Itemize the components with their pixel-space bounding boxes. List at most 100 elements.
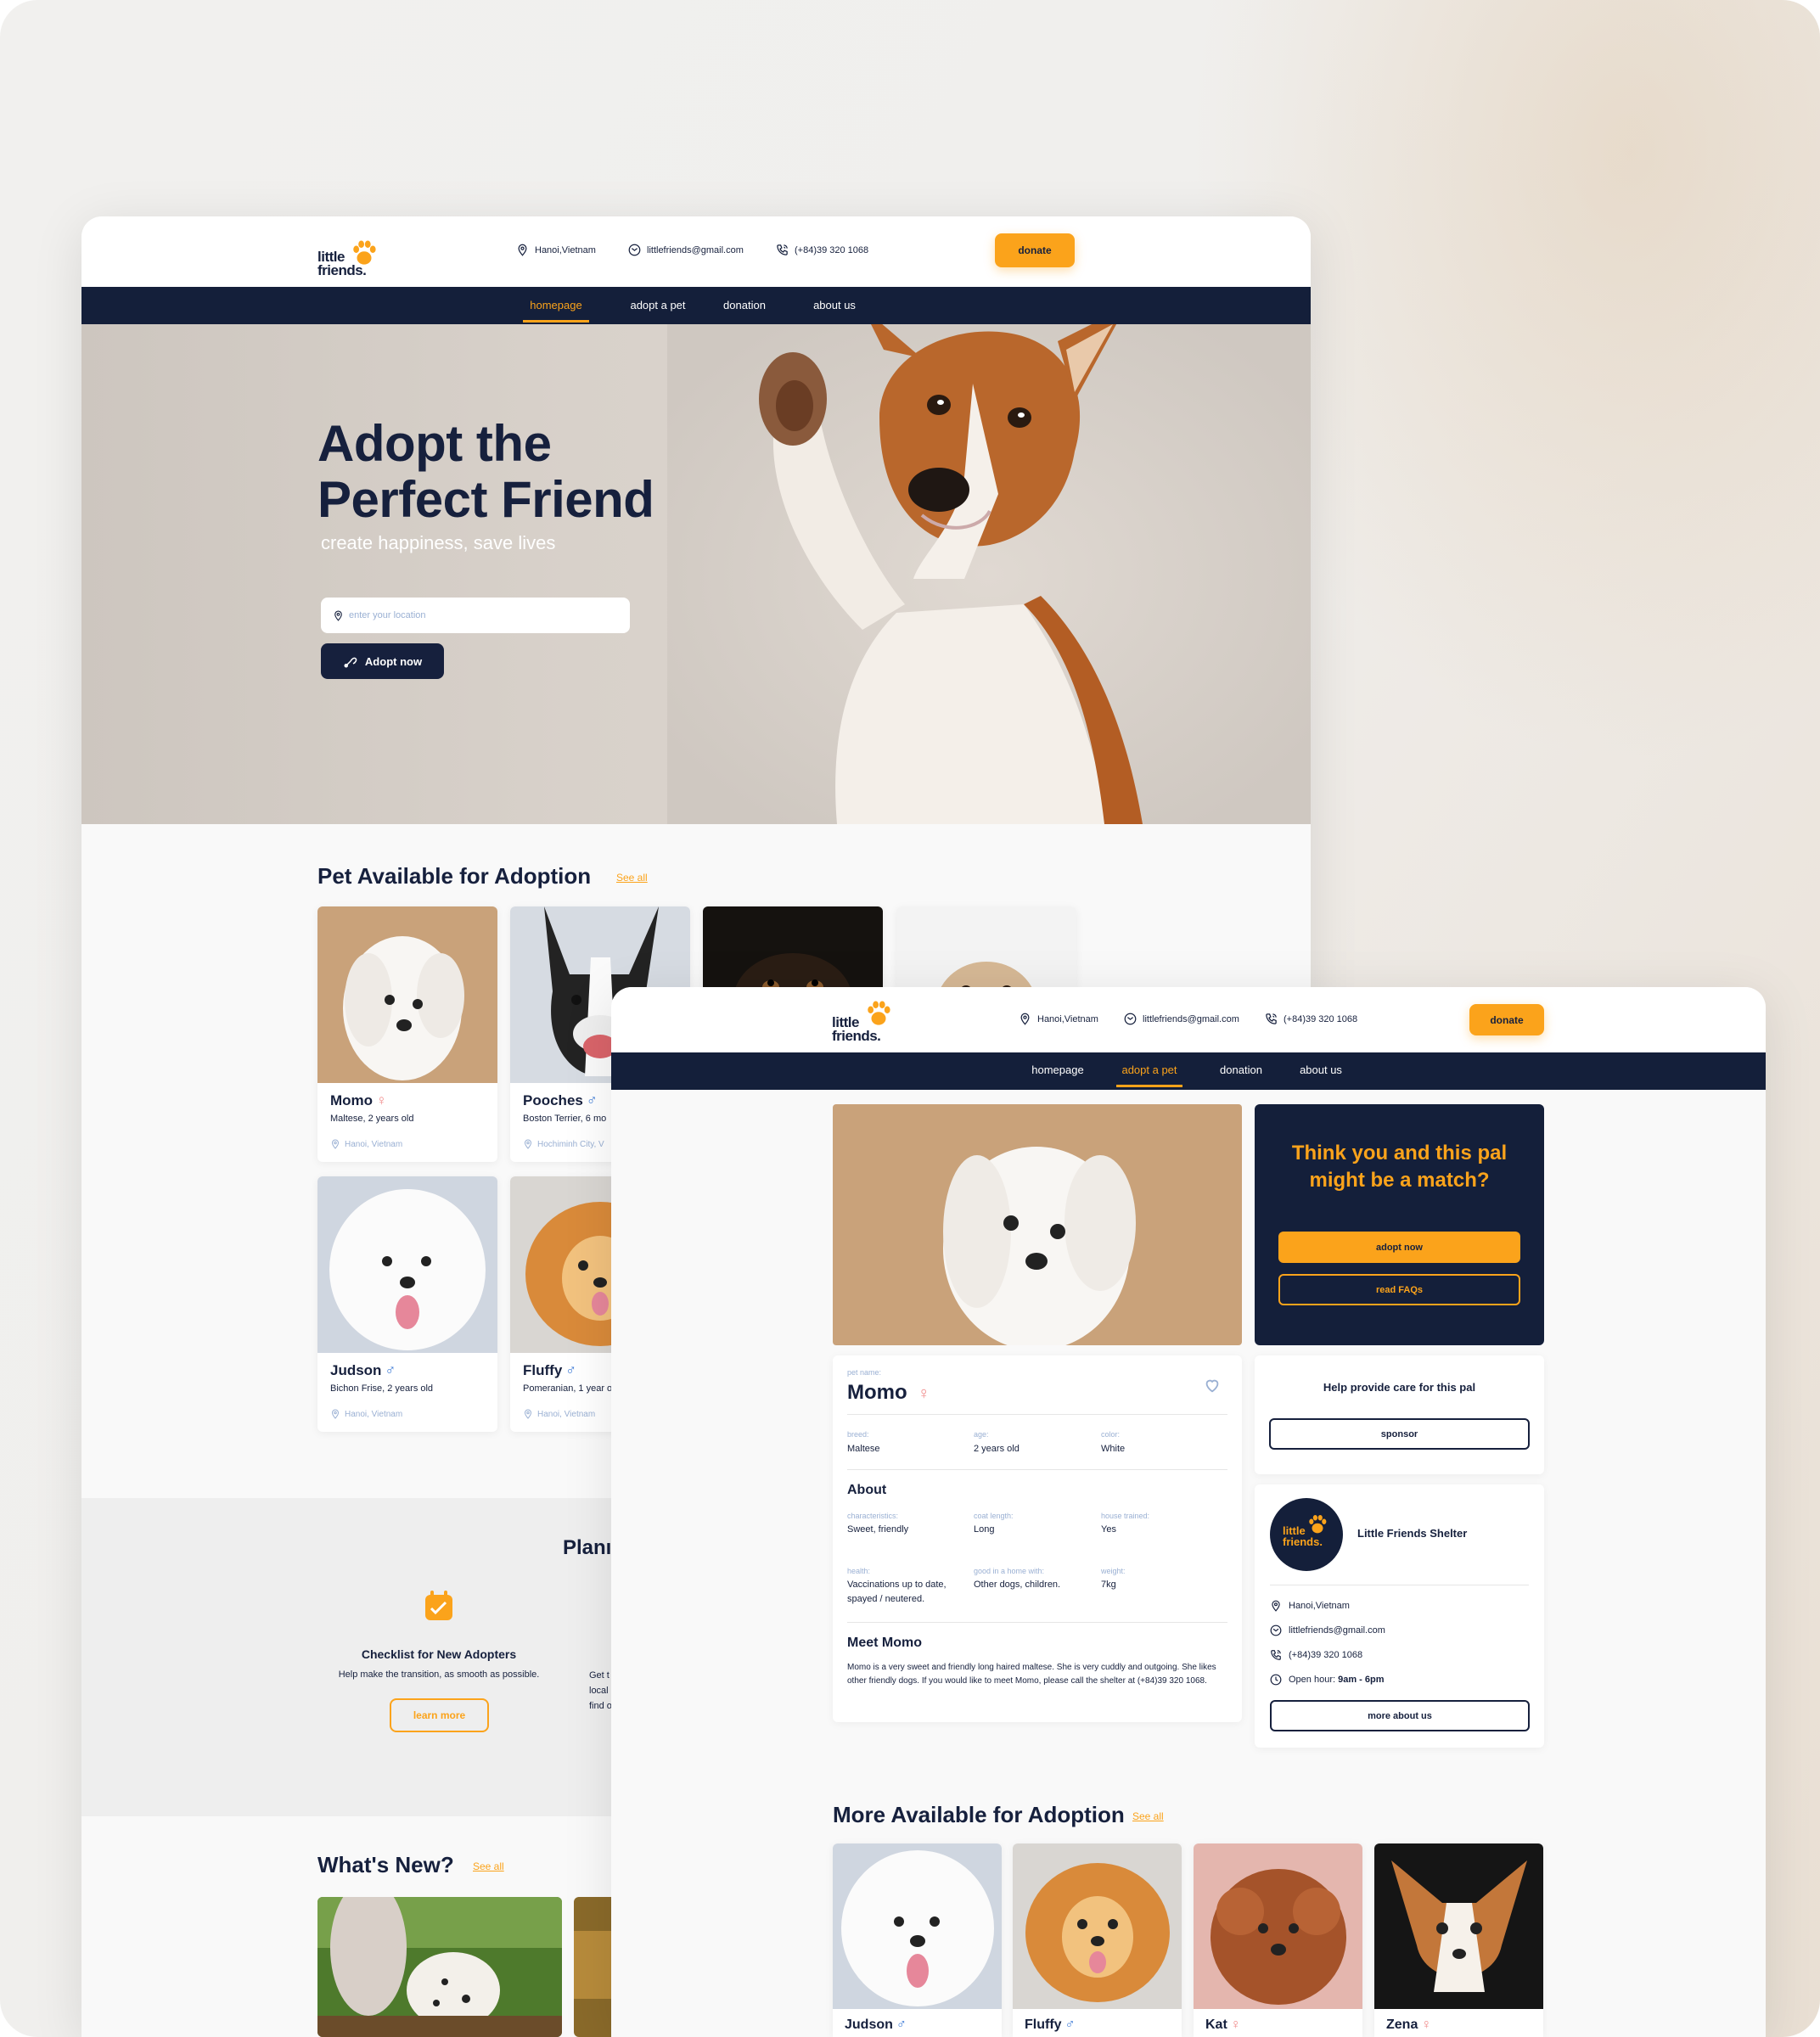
shelter-panel: little friends. Little Friends Shelter Ha…	[1255, 1484, 1544, 1748]
location-input[interactable]: enter your location	[321, 598, 630, 633]
good-home-value: Other dogs, children.	[974, 1580, 1061, 1590]
more-about-us-button[interactable]: more about us	[1270, 1700, 1530, 1731]
weight-value: 7kg	[1101, 1580, 1116, 1590]
pet-card-judson[interactable]: Judson ♂ Bichon Frise, 2 years old Hanoi,…	[317, 1176, 497, 1432]
location-pin-icon	[1270, 1600, 1282, 1612]
sponsor-panel: Help provide care for this pal sponsor	[1255, 1355, 1544, 1474]
shelter-email[interactable]: littlefriends@gmail.com	[1270, 1625, 1385, 1636]
planning-title: Planı	[563, 1536, 612, 1559]
location-pin-icon	[523, 1409, 533, 1419]
hero-section: Adopt the Perfect Friend create happines…	[81, 324, 1311, 824]
pet-breed: Boston Terrier, 6 mo	[523, 1114, 607, 1124]
news-section-title: What's New?	[317, 1852, 454, 1877]
hero-title: Adopt the Perfect Friend	[317, 416, 654, 528]
hero-title-line1: Adopt the	[317, 415, 552, 472]
color-value: White	[1101, 1444, 1126, 1454]
hero-adopt-button[interactable]: Adopt now	[321, 643, 444, 679]
news-see-all-link[interactable]: See all	[473, 1860, 504, 1872]
site-header: little friends. Hanoi,Vietnam littlefrie…	[81, 216, 1311, 287]
nav-homepage[interactable]: homepage	[1027, 1063, 1088, 1076]
header-email[interactable]: littlefriends@gmail.com	[1124, 1013, 1239, 1025]
nav-adopt-a-pet[interactable]: adopt a pet	[1116, 1063, 1182, 1087]
more-pet-card-zena[interactable]: Zena ♀	[1374, 1843, 1543, 2037]
pet-breed: Bichon Frise, 2 years old	[330, 1383, 434, 1394]
paw-logo-icon	[1306, 1513, 1329, 1535]
pet-location: Hanoi, Vietnam	[330, 1139, 402, 1149]
header-phone[interactable]: (+84)39 320 1068	[1265, 1013, 1357, 1025]
favorite-heart-icon[interactable]	[1203, 1376, 1222, 1394]
meet-heading: Meet Momo	[847, 1636, 922, 1650]
pet-card-momo[interactable]: Momo ♀ Maltese, 2 years old Hanoi, Vietna…	[317, 906, 497, 1162]
more-see-all-link[interactable]: See all	[1132, 1810, 1164, 1822]
pet-name: Fluffy ♂	[1025, 2017, 1076, 2032]
nav-donation[interactable]: donation	[716, 299, 772, 311]
location-pin-icon	[330, 1409, 340, 1419]
pet-name: Judson ♂	[330, 1362, 396, 1378]
donate-button[interactable]: donate	[995, 233, 1075, 267]
nav-donation[interactable]: donation	[1216, 1063, 1267, 1076]
more-pet-card-fluffy[interactable]: Fluffy ♂	[1013, 1843, 1182, 2037]
header-location: Hanoi,Vietnam	[516, 244, 596, 256]
pet-photo-judson	[317, 1176, 497, 1353]
pet-photo-momo	[317, 906, 497, 1083]
header-location-text: Hanoi,Vietnam	[535, 244, 596, 255]
shelter-phone[interactable]: (+84)39 320 1068	[1270, 1649, 1362, 1661]
header-email-text: littlefriends@gmail.com	[647, 244, 744, 255]
shelter-location: Hanoi,Vietnam	[1270, 1600, 1350, 1612]
main-nav: homepage adopt a pet donation about us	[81, 287, 1311, 325]
mail-icon	[1124, 1013, 1137, 1025]
pet-name: Fluffy ♂	[523, 1362, 577, 1378]
location-pin-icon	[516, 244, 529, 256]
sponsor-button[interactable]: sponsor	[1269, 1418, 1530, 1450]
pet-location: Hochiminh City, V	[523, 1139, 604, 1149]
phone-icon	[776, 244, 789, 256]
shelter-name: Little Friends Shelter	[1357, 1527, 1468, 1540]
meet-description: Momo is a very sweet and friendly long h…	[847, 1663, 1216, 1686]
adopt-now-button[interactable]: adopt now	[1278, 1232, 1520, 1263]
donate-button[interactable]: donate	[1469, 1004, 1544, 1035]
nav-adopt-a-pet[interactable]: adopt a pet	[625, 299, 691, 311]
characteristics-value: Sweet, friendly	[847, 1524, 909, 1535]
sponsor-title: Help provide care for this pal	[1323, 1381, 1476, 1394]
pet-breed: Pomeranian, 1 year o	[523, 1383, 613, 1394]
site-header: little friends. Hanoi,Vietnam littlefrie…	[611, 987, 1766, 1052]
location-pin-icon	[523, 1139, 533, 1149]
location-pin-icon	[1019, 1013, 1031, 1025]
header-email[interactable]: littlefriends@gmail.com	[628, 244, 744, 256]
adoption-see-all-link[interactable]: See all	[616, 872, 648, 884]
pet-info-panel: pet name: Momo ♀ breed: Maltese age: 2 ye…	[833, 1355, 1242, 1722]
header-phone[interactable]: (+84)39 320 1068	[776, 244, 868, 256]
age-label: age:	[974, 1430, 989, 1439]
more-pet-card-judson[interactable]: Judson ♂	[833, 1843, 1002, 2037]
phone-icon	[1270, 1649, 1282, 1661]
location-input-placeholder: enter your location	[349, 610, 426, 620]
hero-title-line2: Perfect Friend	[317, 471, 654, 528]
health-value: Vaccinations up to date, spayed / neuter…	[847, 1580, 947, 1604]
more-adoption-title: More Available for Adoption	[833, 1802, 1125, 1827]
nav-about-us[interactable]: about us	[1295, 1063, 1346, 1076]
pet-name-label: pet name:	[847, 1368, 882, 1377]
pet-location: Hanoi, Vietnam	[523, 1409, 595, 1419]
location-pin-icon	[333, 610, 344, 621]
read-faqs-button[interactable]: read FAQs	[1278, 1274, 1520, 1305]
adoption-section-title: Pet Available for Adoption	[317, 863, 592, 889]
house-trained-value: Yes	[1101, 1524, 1116, 1535]
nav-homepage[interactable]: homepage	[523, 299, 589, 323]
pet-location: Hanoi, Vietnam	[330, 1409, 402, 1419]
news-image-1[interactable]	[317, 1897, 562, 2037]
pet-name-heading: Momo ♀	[847, 1381, 930, 1404]
logo[interactable]: little friends.	[832, 999, 908, 1043]
nav-about-us[interactable]: about us	[808, 299, 861, 311]
learn-more-button[interactable]: learn more	[390, 1698, 489, 1732]
good-home-label: good in a home with:	[974, 1567, 1045, 1575]
location-pin-icon	[330, 1139, 340, 1149]
leash-icon	[343, 654, 358, 669]
breed-label: breed:	[847, 1430, 869, 1439]
header-phone-text: (+84)39 320 1068	[795, 244, 869, 255]
header-phone-text: (+84)39 320 1068	[1284, 1013, 1358, 1024]
calendar-check-icon	[425, 1591, 452, 1620]
pet-name: Momo ♀	[330, 1092, 387, 1108]
logo-text-line2: friends.	[832, 1027, 881, 1044]
more-pet-card-kat[interactable]: Kat ♀	[1194, 1843, 1362, 2037]
logo[interactable]: little friends.	[317, 240, 394, 278]
